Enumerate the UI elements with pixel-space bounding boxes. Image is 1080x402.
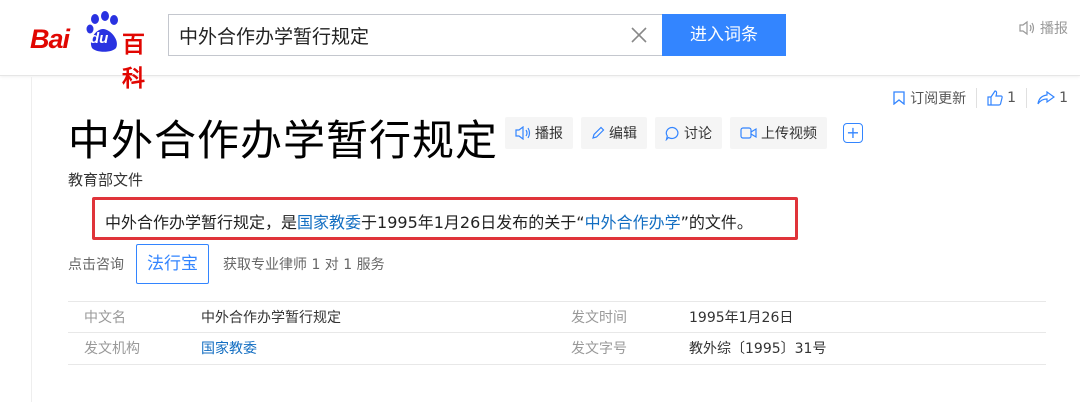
summary-highlight-box: 中外合作办学暂行规定，是国家教委于1995年1月26日发布的关于“中外合作办学”… (92, 197, 798, 240)
entry-summary: 中外合作办学暂行规定，是国家教委于1995年1月26日发布的关于“中外合作办学”… (105, 209, 753, 233)
enter-entry-button[interactable]: 进入词条 (662, 14, 786, 56)
table-row: 发文机构 国家教委 发文字号 教外综〔1995〕31号 (68, 333, 1046, 365)
summary-text: 于1995年1月26日发布的关于“ (361, 213, 585, 232)
speaker-icon (515, 126, 531, 140)
speaker-icon (1019, 20, 1035, 36)
entry-subtitle: 教育部文件 (68, 171, 144, 189)
entry-action-bar: 订阅更新 1 1 (892, 88, 1068, 108)
link-guojia-jiaowei[interactable]: 国家教委 (297, 213, 361, 232)
consult-suffix: 获取专业律师 1 对 1 服务 (223, 257, 385, 273)
left-divider (31, 77, 32, 402)
search-box (168, 14, 662, 56)
title-tools: 播报 编辑 讨论 上传视频 + (505, 117, 863, 149)
page-title: 中外合作办学暂行规定 (68, 116, 499, 165)
consult-prefix: 点击咨询 (68, 257, 124, 273)
report-button-top[interactable]: 播报 (1018, 18, 1068, 38)
thumbs-up-icon (987, 90, 1003, 106)
share-icon (1037, 91, 1056, 105)
info-value: 中外合作办学暂行规定 (201, 310, 341, 326)
logo-baike-text: 百科 (122, 32, 145, 92)
info-key: 中文名 (84, 310, 126, 326)
table-row: 中文名 中外合作办学暂行规定 发文时间 1995年1月26日 (68, 301, 1046, 333)
link-zhongwai-hezuo-banxue[interactable]: 中外合作办学 (585, 213, 681, 232)
baidu-baike-logo[interactable]: Bai du 百科 (30, 10, 160, 92)
chat-bubble-icon (665, 126, 679, 141)
share-count: 1 (1059, 90, 1068, 106)
report-label: 播报 (1040, 21, 1068, 37)
play-audio-button[interactable]: 播报 (505, 117, 573, 149)
info-key: 发文时间 (571, 310, 627, 326)
basic-info-table: 中文名 中外合作办学暂行规定 发文时间 1995年1月26日 发文机构 国家教委… (68, 301, 1046, 365)
share-button[interactable]: 1 (1037, 90, 1068, 106)
video-camera-icon (740, 127, 757, 139)
close-icon[interactable] (628, 24, 650, 46)
info-value: 1995年1月26日 (689, 310, 794, 326)
discuss-label: 讨论 (684, 126, 712, 142)
consult-row: 点击咨询 法行宝 获取专业律师 1 对 1 服务 (68, 244, 385, 284)
divider (976, 88, 978, 108)
summary-text: ”的文件。 (680, 213, 753, 232)
play-label: 播报 (535, 126, 563, 142)
summary-text: 中外合作办学暂行规定，是 (105, 213, 298, 232)
info-key: 发文字号 (571, 341, 627, 357)
search-input[interactable] (179, 15, 619, 55)
info-value-link[interactable]: 国家教委 (201, 333, 257, 365)
subscribe-label: 订阅更新 (910, 91, 967, 107)
edit-button[interactable]: 编辑 (581, 117, 647, 149)
info-value: 教外综〔1995〕31号 (689, 341, 827, 357)
pencil-icon (592, 126, 605, 139)
faxingbao-button[interactable]: 法行宝 (136, 244, 209, 284)
add-button[interactable]: + (843, 123, 863, 143)
edit-label: 编辑 (609, 126, 637, 142)
bookmark-icon (893, 91, 905, 105)
upload-video-label: 上传视频 (761, 126, 817, 142)
upload-video-button[interactable]: 上传视频 (730, 117, 827, 149)
logo-bai-text: Bai (30, 24, 70, 54)
like-count: 1 (1007, 90, 1017, 106)
discuss-button[interactable]: 讨论 (655, 117, 722, 149)
info-key: 发文机构 (84, 341, 140, 357)
logo-du-text: du (90, 30, 109, 47)
top-bar: Bai du 百科 进入词条 播报 (0, 0, 1080, 92)
divider (1026, 88, 1028, 108)
like-button[interactable]: 1 (987, 90, 1016, 106)
subscribe-button[interactable]: 订阅更新 (892, 88, 966, 108)
